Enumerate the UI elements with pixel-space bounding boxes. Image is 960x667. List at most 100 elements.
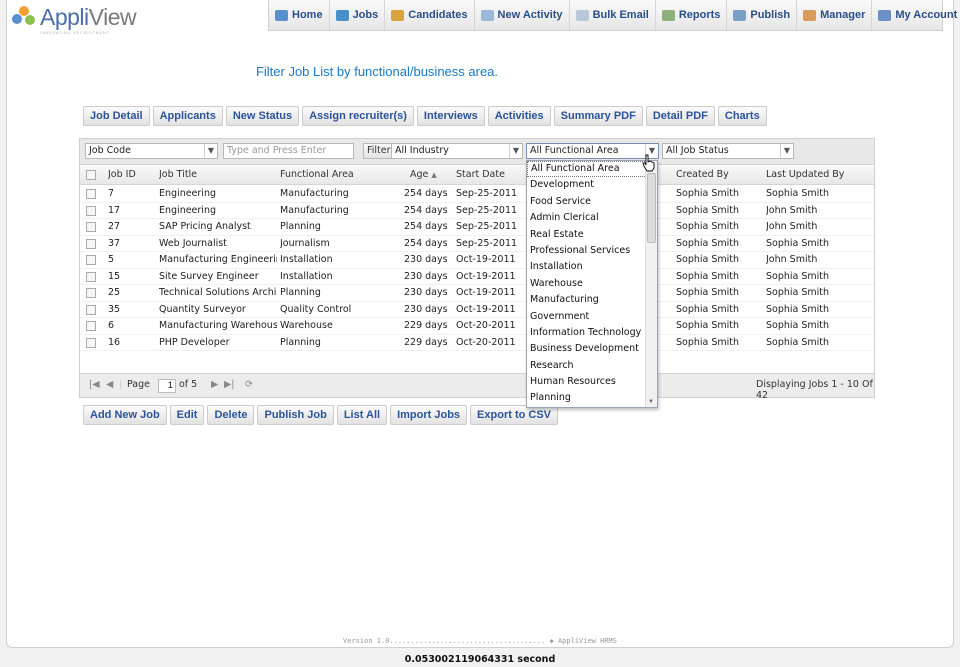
table-row[interactable]: 37 Web Journalist Journalism 254 days Sep-25… [80,236,874,252]
select-all-checkbox[interactable] [86,170,96,180]
table-row[interactable]: 35 Quantity Surveyor Quality Control 230 da… [80,302,874,318]
table-row[interactable]: 15 Site Survey Engineer Installation 230 da… [80,269,874,285]
nav-bulk-email[interactable]: Bulk Email [570,0,656,30]
cell-updated: Sophia Smith [766,320,830,331]
row-checkbox[interactable] [86,189,96,199]
tab-activities[interactable]: Activities [487,106,551,126]
row-checkbox[interactable] [86,271,96,282]
publish-job-button[interactable]: Publish Job [257,405,334,425]
first-page-icon[interactable]: |◀ [89,379,100,390]
nav-publish[interactable]: Publish [727,0,798,30]
row-checkbox[interactable] [86,288,96,298]
cell-title: Site Survey Engineer [159,270,259,282]
cell-created: Sophia Smith [676,320,740,331]
dropdown-option[interactable]: Business Development [527,341,657,357]
nav-label: Candidates [408,9,468,21]
nav-home[interactable]: Home [269,0,330,30]
tab-summary-pdf[interactable]: Summary PDF [553,106,643,126]
dropdown-option[interactable]: Installation [527,259,657,275]
dropdown-option[interactable]: Information Technology [527,325,657,341]
cell-age: 229 days [404,336,448,348]
row-checkbox[interactable] [86,321,96,331]
table-row[interactable]: 16 PHP Developer Planning 229 days Oct-20-20… [80,335,874,351]
cell-age: 254 days [404,204,448,216]
dropdown-option[interactable]: Manufacturing [527,292,657,308]
table-row[interactable]: 25 Technical Solutions Archi... Planning 23… [80,285,874,302]
last-page-icon[interactable]: ▶| [224,379,235,390]
nav-jobs[interactable]: Jobs [330,0,386,30]
nav-my-account[interactable]: My Account [872,0,960,30]
tab-detail-pdf[interactable]: Detail PDF [645,106,715,126]
col-functional-area[interactable]: Functional Area [280,169,354,180]
dropdown-option[interactable]: Development [527,177,657,193]
row-checkbox[interactable] [86,222,96,232]
top-navigation: Home Jobs Candidates New Activity Bulk Email… [268,0,957,31]
row-checkbox[interactable] [86,304,96,315]
delete-button[interactable]: Delete [207,405,255,425]
table-row[interactable]: 17 Engineering Manufacturing 254 days Sep-25… [80,203,874,219]
row-checkbox[interactable] [86,255,96,265]
search-input[interactable]: Type and Press Enter [223,143,354,159]
field-select[interactable]: Job Code ▼ [85,143,218,159]
dropdown-option[interactable]: Warehouse [527,276,657,292]
table-row[interactable]: 27 SAP Pricing Analyst Planning 254 days Sep… [80,219,874,236]
tab-charts[interactable]: Charts [717,106,767,126]
row-checkbox[interactable] [86,238,96,249]
col-start-date[interactable]: Start Date [456,169,505,180]
edit-button[interactable]: Edit [169,405,205,425]
nav-manager[interactable]: Manager [797,0,873,30]
job-status-select[interactable]: All Job Status ▼ [662,143,794,159]
export-to-csv-button[interactable]: Export to CSV [470,405,558,425]
col-created-by[interactable]: Created By [676,169,729,180]
row-checkbox[interactable] [86,205,96,216]
col-last-updated-by[interactable]: Last Updated By [766,169,844,180]
dropdown-option[interactable]: All Functional Area [527,161,657,178]
job-tabs: Job Detail Applicants New Status Assign rec… [83,106,767,126]
row-checkbox[interactable] [86,337,96,348]
page-number-input[interactable]: 1 [158,379,176,393]
dropdown-option[interactable]: Admin Clerical [527,210,657,226]
nav-candidates[interactable]: Candidates [385,0,475,30]
tab-new-status[interactable]: New Status [225,106,300,126]
industry-select[interactable]: All Industry ▼ [391,143,523,159]
tab-job-detail[interactable]: Job Detail [83,106,150,126]
dropdown-option[interactable]: Professional Services [527,243,657,259]
import-jobs-button[interactable]: Import Jobs [390,405,468,425]
page-of-label: of 5 [179,379,198,390]
app-logo[interactable]: AppliView INNOVATING RECRUITMENT [12,4,137,35]
table-row[interactable]: 7 Engineering Manufacturing 254 days Sep-25-… [80,186,874,203]
dropdown-option[interactable]: Government [527,309,657,325]
cell-id: 7 [108,188,115,199]
table-row[interactable]: 6 Manufacturing Warehouse Warehouse 229 day… [80,318,874,335]
col-job-id[interactable]: Job ID [108,169,136,180]
tab-assign-recruiter-s[interactable]: Assign recruiter(s) [302,106,414,126]
col-job-title[interactable]: Job Title [159,169,197,180]
col-age[interactable]: Age ▲ [410,169,437,180]
cell-created: Sophia Smith [676,270,740,282]
dropdown-option[interactable]: Research [527,358,657,374]
cell-updated: John Smith [766,204,818,216]
prev-page-icon[interactable]: ◀ [106,379,113,390]
functional-area-select[interactable]: All Functional Area ▼ [526,143,659,159]
scrollbar-thumb[interactable] [647,173,656,243]
dropdown-option[interactable]: Planning [527,390,657,406]
nav-reports[interactable]: Reports [656,0,728,30]
dropdown-option[interactable]: Real Estate [527,227,657,243]
dropdown-option[interactable]: Human Resources [527,374,657,390]
refresh-icon[interactable]: ⟳ [245,379,253,390]
cell-area: Planning [280,221,321,232]
scroll-down-icon[interactable]: ▼ [648,399,654,405]
filter-button[interactable]: Filter [363,143,395,159]
next-page-icon[interactable]: ▶ [211,379,218,390]
table-row[interactable]: 5 Manufacturing Engineering Installation 23… [80,252,874,269]
email-icon [575,9,589,21]
dropdown-option[interactable]: Food Service [527,194,657,210]
cell-id: 35 [108,303,121,315]
dropdown-scrollbar[interactable]: ▼ [645,161,657,407]
list-all-button[interactable]: List All [336,405,388,425]
tab-interviews[interactable]: Interviews [416,106,485,126]
nav-new-activity[interactable]: New Activity [475,0,570,30]
tab-applicants[interactable]: Applicants [152,106,223,126]
add-new-job-button[interactable]: Add New Job [83,405,167,425]
cell-title: Manufacturing Warehouse [159,320,277,331]
